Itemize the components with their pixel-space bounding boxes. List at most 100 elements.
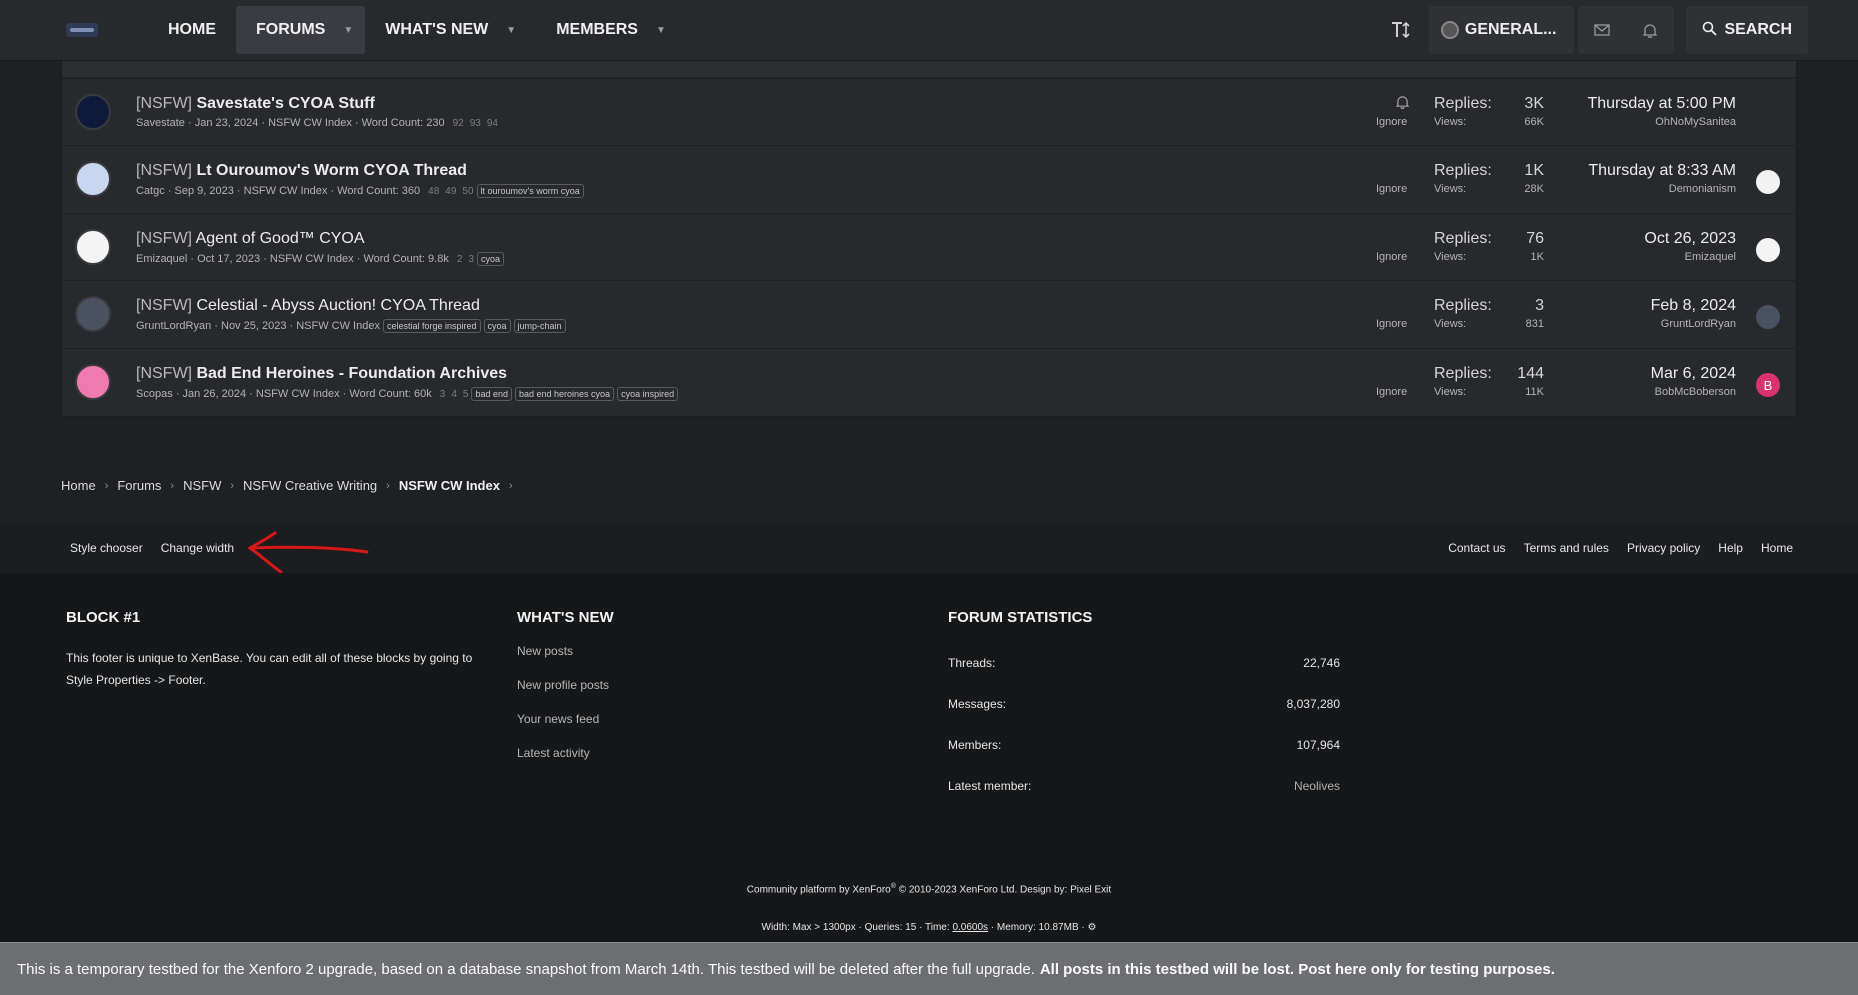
ignore-link[interactable]: Ignore [1376,183,1410,195]
bell-icon[interactable] [1395,95,1410,112]
thread-forum[interactable]: NSFW CW Index [296,320,380,332]
style-chooser-link[interactable]: Style chooser [70,541,143,555]
contact-us-link[interactable]: Contact us [1448,541,1505,555]
page-jump-link[interactable]: 92 [453,118,464,129]
thread-title[interactable]: [NSFW] Lt Ouroumov's Worm CYOA Thread [136,162,467,180]
thread-author-avatar[interactable] [75,364,111,400]
thread-date[interactable]: Nov 25, 2023 [221,320,286,332]
thread-author[interactable]: Scopas [136,388,173,400]
thread-date[interactable]: Oct 17, 2023 [197,253,260,265]
last-post-user[interactable]: Demonianism [1588,183,1736,195]
ignore-link[interactable]: Ignore [1376,251,1410,263]
nav-tab-members[interactable]: MEMBERS ▼ [536,6,686,54]
thread-author[interactable]: Emizaquel [136,253,187,265]
page-jump-link[interactable]: 94 [487,118,498,129]
thread-title-text[interactable]: Agent of Good™ CYOA [196,230,365,247]
breadcrumb-nsfw-creative-writing[interactable]: NSFW Creative Writing [243,478,377,493]
thread-row[interactable]: [NSFW] Bad End Heroines - Foundation Arc… [62,348,1798,416]
thread-author-avatar[interactable] [75,161,111,197]
thread-tag[interactable]: bad end [471,387,512,401]
thread-title[interactable]: [NSFW] Savestate's CYOA Stuff [136,95,375,113]
thread-author-avatar[interactable] [75,94,111,130]
new-posts-link[interactable]: New posts [517,644,614,658]
last-poster-avatar[interactable] [1756,170,1780,194]
thread-date[interactable]: Sep 9, 2023 [175,185,234,197]
thread-row[interactable]: [NSFW] Savestate's CYOA Stuff Savestate ·… [62,78,1798,146]
last-poster-avatar[interactable]: B [1756,373,1780,397]
last-post-date[interactable]: Thursday at 8:33 AM [1588,162,1736,180]
bell-icon[interactable] [1626,6,1674,54]
last-post-user[interactable]: Emizaquel [1644,251,1736,263]
last-poster-avatar[interactable] [1756,238,1780,262]
last-post-user[interactable]: BobMcBoberson [1651,386,1736,398]
latest-activity-link[interactable]: Latest activity [517,746,614,760]
thread-tag[interactable]: lt ouroumov's worm cyoa [476,184,584,198]
new-profile-posts-link[interactable]: New profile posts [517,678,614,692]
footer-home-link[interactable]: Home [1761,541,1793,555]
thread-date[interactable]: Jan 23, 2024 [195,117,259,129]
ignore-link[interactable]: Ignore [1376,386,1410,398]
last-post-date[interactable]: Thursday at 5:00 PM [1587,95,1736,113]
thread-title-text[interactable]: Celestial - Abyss Auction! CYOA Thread [196,297,479,314]
news-feed-link[interactable]: Your news feed [517,712,614,726]
thread-author[interactable]: Catgc [136,185,165,197]
last-post-user[interactable]: GruntLordRyan [1651,318,1736,330]
thread-forum[interactable]: NSFW CW Index [244,185,328,197]
thread-author[interactable]: GruntLordRyan [136,320,211,332]
breadcrumb-home[interactable]: Home [61,478,96,493]
last-post-date[interactable]: Oct 26, 2023 [1644,230,1736,248]
thread-title-text[interactable]: Bad End Heroines - Foundation Archives [196,365,507,382]
thread-tag[interactable]: bad end heroines cyoa [514,387,615,401]
thread-author-avatar[interactable] [75,296,111,332]
thread-title-text[interactable]: Savestate's CYOA Stuff [196,95,374,112]
thread-author[interactable]: Savestate [136,117,185,129]
thread-row[interactable]: [NSFW] Lt Ouroumov's Worm CYOA Thread Cat… [62,145,1798,213]
latest-member-link[interactable]: Neolives [1294,779,1340,793]
thread-tag[interactable]: cyoa [483,319,511,333]
envelope-icon[interactable] [1578,6,1626,54]
breadcrumb-forums[interactable]: Forums [117,478,161,493]
page-jump-link[interactable]: 48 [428,186,439,197]
caret-down-icon[interactable]: ▼ [343,25,353,36]
thread-row[interactable]: [NSFW] Agent of Good™ CYOA Emizaquel · Oc… [62,213,1798,281]
gear-icon[interactable]: ⚙ [1088,922,1097,933]
last-post-date[interactable]: Feb 8, 2024 [1651,297,1736,315]
ignore-link[interactable]: Ignore [1376,318,1410,330]
page-jump-link[interactable]: 3 [468,254,474,265]
page-jump-link[interactable]: 2 [457,254,463,265]
thread-author-avatar[interactable] [75,229,111,265]
page-jump-link[interactable]: 93 [470,118,481,129]
nav-tab-home[interactable]: HOME [148,6,236,54]
help-link[interactable]: Help [1718,541,1743,555]
font-size-icon[interactable] [1377,6,1425,54]
breadcrumb-nsfw-cw-index[interactable]: NSFW CW Index [399,478,500,493]
privacy-link[interactable]: Privacy policy [1627,541,1700,555]
change-width-link[interactable]: Change width [161,541,234,555]
thread-forum[interactable]: NSFW CW Index [256,388,340,400]
thread-row[interactable]: [NSFW] Celestial - Abyss Auction! CYOA T… [62,280,1798,348]
thread-forum[interactable]: NSFW CW Index [270,253,354,265]
thread-tag[interactable]: celestial forge inspired [382,319,481,333]
thread-title[interactable]: [NSFW] Agent of Good™ CYOA [136,230,365,248]
thread-forum[interactable]: NSFW CW Index [268,117,352,129]
terms-link[interactable]: Terms and rules [1524,541,1609,555]
thread-tag[interactable]: jump-chain [513,319,566,333]
last-post-date[interactable]: Mar 6, 2024 [1651,365,1736,383]
page-jump-link[interactable]: 3 [440,389,446,400]
debug-time-link[interactable]: 0.0600s [952,922,988,933]
nav-tab-forums[interactable]: FORUMS ▼ [236,6,366,54]
thread-title[interactable]: [NSFW] Celestial - Abyss Auction! CYOA T… [136,297,480,315]
page-jump-link[interactable]: 50 [462,186,473,197]
caret-down-icon[interactable]: ▼ [656,25,666,36]
thread-title-text[interactable]: Lt Ouroumov's Worm CYOA Thread [196,162,467,179]
thread-tag[interactable]: cyoa inspired [617,387,679,401]
breadcrumb-nsfw[interactable]: NSFW [183,478,221,493]
page-jump-link[interactable]: 4 [451,389,457,400]
account-button[interactable]: GENERAL... [1428,6,1575,54]
nav-tab-whats-new[interactable]: WHAT'S NEW ▼ [365,6,536,54]
thread-title[interactable]: [NSFW] Bad End Heroines - Foundation Arc… [136,365,507,383]
last-post-user[interactable]: OhNoMySanitea [1587,116,1736,128]
thread-tag[interactable]: cyoa [476,252,504,266]
site-logo[interactable] [66,23,98,37]
page-jump-link[interactable]: 49 [445,186,456,197]
